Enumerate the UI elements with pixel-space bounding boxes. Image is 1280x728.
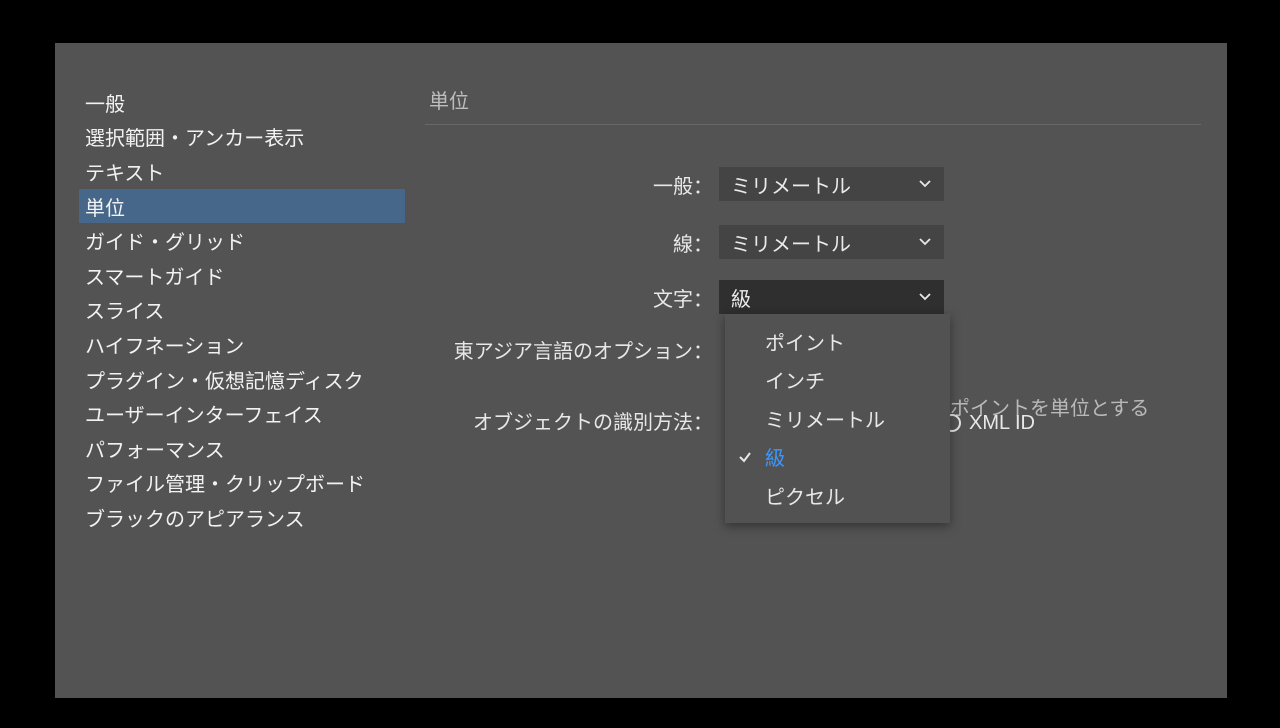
select-general-value: ミリメートル	[731, 170, 851, 199]
row-general: 一般： ミリメートル	[425, 167, 1201, 201]
select-general[interactable]: ミリメートル	[719, 167, 944, 201]
sidebar-item-slices[interactable]: スライス	[79, 293, 405, 328]
sidebar-item-plugins-scratch[interactable]: プラグイン・仮想記憶ディスク	[79, 362, 405, 397]
select-stroke-value: ミリメートル	[731, 228, 851, 257]
label-east-asian: 東アジア言語のオプション：	[425, 335, 719, 364]
chevron-down-icon	[918, 177, 932, 191]
sidebar-item-black-appearance[interactable]: ブラックのアピアランス	[79, 500, 405, 535]
sidebar-item-performance[interactable]: パフォーマンス	[79, 431, 405, 466]
chevron-down-icon	[918, 290, 932, 304]
dropdown-option-point[interactable]: ポイント	[725, 322, 950, 361]
dropdown-option-pixel[interactable]: ピクセル	[725, 476, 950, 515]
select-type[interactable]: 級	[719, 280, 944, 314]
sidebar-item-ui[interactable]: ユーザーインターフェイス	[79, 396, 405, 431]
prefs-content: 単位 一般： ミリメートル 線： ミリメートル	[405, 85, 1201, 698]
sidebar-item-guides-grid[interactable]: ガイド・グリッド	[79, 223, 405, 258]
sidebar-item-selection-anchor[interactable]: 選択範囲・アンカー表示	[79, 120, 405, 155]
select-type-value: 級	[731, 283, 751, 312]
check-icon	[737, 449, 753, 465]
units-form: 一般： ミリメートル 線： ミリメートル 文字：	[425, 167, 1201, 435]
dropdown-option-mm[interactable]: ミリメートル	[725, 399, 950, 438]
sidebar-item-hyphenation[interactable]: ハイフネーション	[79, 327, 405, 362]
select-stroke[interactable]: ミリメートル	[719, 225, 944, 259]
row-stroke: 線： ミリメートル	[425, 225, 1201, 259]
sidebar-item-units[interactable]: 単位	[79, 189, 405, 224]
row-type: 文字： 級 ポイント インチ ミリメートル	[425, 280, 1201, 314]
dropdown-option-inch[interactable]: インチ	[725, 361, 950, 400]
sidebar-item-file-handling[interactable]: ファイル管理・クリップボード	[79, 466, 405, 501]
preferences-panel: 一般 選択範囲・アンカー表示 テキスト 単位 ガイド・グリッド スマートガイド …	[55, 43, 1227, 698]
sidebar-item-general[interactable]: 一般	[79, 85, 405, 120]
label-type: 文字：	[425, 283, 719, 312]
content-title: 単位	[425, 85, 1201, 125]
select-type-dropdown[interactable]: ポイント インチ ミリメートル 級 ピクセル	[725, 314, 950, 523]
prefs-sidebar: 一般 選択範囲・アンカー表示 テキスト 単位 ガイド・グリッド スマートガイド …	[79, 85, 405, 698]
sidebar-item-smart-guides[interactable]: スマートガイド	[79, 258, 405, 293]
sidebar-item-text[interactable]: テキスト	[79, 154, 405, 189]
label-general: 一般：	[425, 170, 719, 199]
label-stroke: 線：	[425, 228, 719, 257]
label-object-id: オブジェクトの識別方法：	[425, 406, 719, 435]
chevron-down-icon	[918, 235, 932, 249]
radio-xml-id[interactable]: XML ID	[943, 406, 1035, 440]
radio-xml-id-label: XML ID	[969, 412, 1035, 435]
dropdown-option-q[interactable]: 級	[725, 438, 950, 477]
